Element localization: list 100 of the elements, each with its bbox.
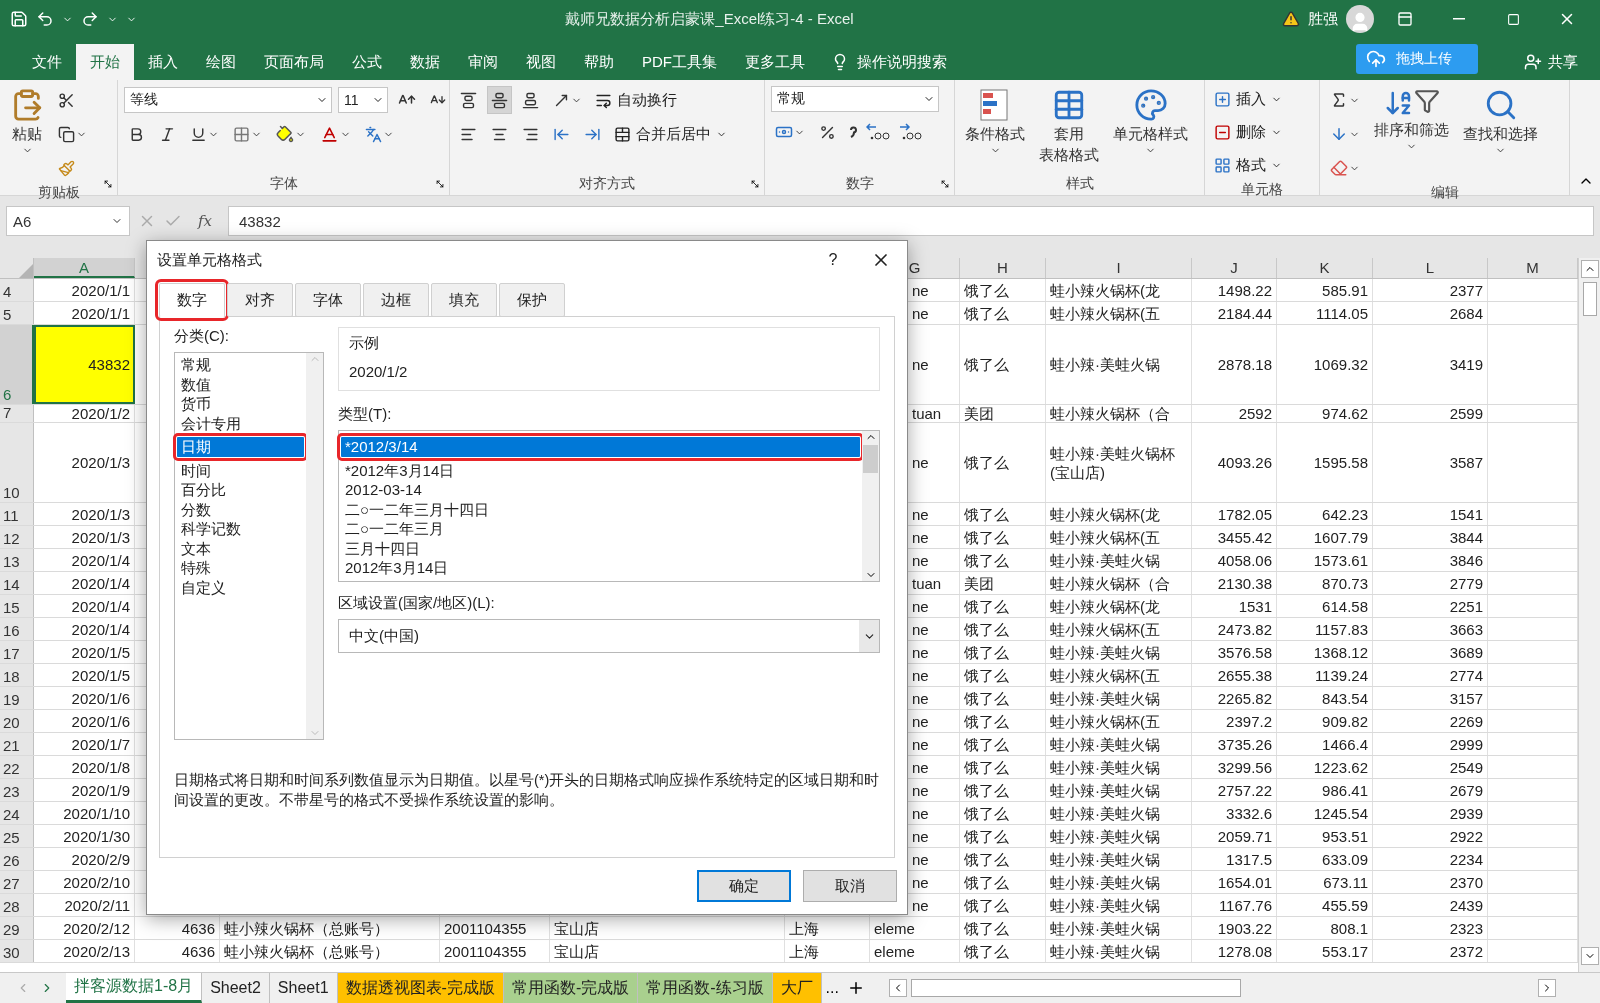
row-header[interactable]: 23 [0,779,34,801]
category-item[interactable]: 文本 [177,538,304,558]
row-header[interactable]: 10 [0,423,34,502]
vertical-align-button[interactable] [487,86,512,114]
menu-tab[interactable]: 更多工具 [731,44,819,80]
save-icon[interactable] [10,10,28,28]
menu-tab[interactable]: 审阅 [454,44,512,80]
row-header[interactable]: 26 [0,848,34,870]
tell-me-search[interactable]: 操作说明搜索 [819,44,959,80]
menu-tab[interactable]: 页面布局 [250,44,338,80]
sort-filter-button[interactable]: 排序和筛选 [1370,86,1453,182]
menu-tab[interactable]: 帮助 [570,44,628,80]
row-header[interactable]: 16 [0,618,34,640]
row-header[interactable]: 22 [0,756,34,778]
format-cells-button[interactable]: 格式 [1211,152,1285,179]
row-header[interactable]: 11 [0,503,34,525]
row-header[interactable]: 18 [0,664,34,686]
row-header[interactable]: 7 [0,405,34,422]
menu-tab[interactable]: 插入 [134,44,192,80]
conditional-formatting-button[interactable]: 条件格式 [961,86,1029,173]
menu-tab[interactable]: PDF工具集 [628,44,731,80]
row-header[interactable]: 19 [0,687,34,709]
row-header[interactable]: 30 [0,940,34,962]
sheet-tab[interactable]: 拌客源数据1-8月 [66,973,203,1003]
cancel-button[interactable]: 取消 [803,870,897,902]
scroll-up-button[interactable] [1580,260,1599,278]
menu-tab[interactable]: 视图 [512,44,570,80]
dialog-launcher-icon[interactable] [940,179,950,189]
sheet-tab[interactable]: 常用函数-完成版 [503,973,639,1003]
insert-function-button[interactable]: fx [190,212,220,230]
format-as-table-button[interactable]: 套用 表格格式 [1035,86,1103,173]
category-item[interactable]: 货币 [177,394,304,414]
sheet-tab[interactable]: 大厂 [772,973,822,1003]
dialog-launcher-icon[interactable] [103,179,113,189]
row-header[interactable]: 29 [0,917,34,939]
help-button[interactable]: ? [813,245,853,275]
scroll-thumb[interactable] [863,445,878,473]
type-item[interactable]: 二○一二年三月 [341,519,860,539]
merge-center-button[interactable]: 合并后居中 [611,120,730,148]
category-item[interactable]: 科学记数 [177,519,304,539]
category-item[interactable]: 会计专用 [177,413,304,433]
dialog-tab[interactable]: 字体 [295,283,361,317]
dialog-tab[interactable]: 对齐 [227,283,293,317]
row-header[interactable]: 28 [0,894,34,916]
paste-button[interactable]: 粘贴 [6,86,48,182]
wrap-text-button[interactable]: 自动换行 [592,86,680,114]
locale-dropdown[interactable]: 中文(中国) [338,619,880,653]
font-size-field[interactable]: 11 [338,87,388,113]
more-sheets[interactable]: ... [821,973,843,1003]
avatar[interactable] [1346,5,1374,33]
row-header[interactable]: 17 [0,641,34,663]
row-header[interactable]: 27 [0,871,34,893]
menu-tab[interactable]: 绘图 [192,44,250,80]
dialog-launcher-icon[interactable] [435,179,445,189]
row-header[interactable]: 4 [0,279,34,301]
row-header[interactable]: 20 [0,710,34,732]
category-item[interactable]: 特殊 [177,558,304,578]
dialog-tab[interactable]: 边框 [363,283,429,317]
font-name-field[interactable]: 等线 [124,87,332,113]
cell-styles-button[interactable]: 单元格样式 [1109,86,1192,173]
number-format-field[interactable]: 常规 [771,86,939,112]
formula-field[interactable]: 43832 [228,206,1594,236]
column-header[interactable]: A [34,258,135,278]
ok-button[interactable]: 确定 [697,870,791,902]
scroll-thumb[interactable] [1582,282,1597,316]
dialog-launcher-icon[interactable] [750,179,760,189]
row-header[interactable]: 14 [0,572,34,594]
category-item[interactable]: 分数 [177,499,304,519]
menu-tab[interactable]: 开始 [76,44,134,80]
row-header[interactable]: 21 [0,733,34,755]
delete-cells-button[interactable]: 删除 [1211,119,1285,146]
find-select-button[interactable]: 查找和选择 [1459,86,1542,182]
insert-cells-button[interactable]: 插入 [1211,86,1285,113]
category-item[interactable]: 自定义 [177,577,304,597]
name-box[interactable]: A6 [6,206,130,236]
category-list[interactable]: 常规 数值 货币 会计专用 日期 时间 百分比 分数 科学记数 文本 特殊 自定义 [174,352,324,740]
row-header[interactable]: 12 [0,526,34,548]
type-list[interactable]: *2012/3/14 *2012年3月14日 2012-03-14 二○一二年三月十四日 二○一二年三月 三月十四日 2012年3月14日 [338,430,880,582]
scroll-left-button[interactable] [888,979,907,997]
sheet-tab[interactable]: 数据透视图表-完成版 [337,973,504,1003]
type-item[interactable]: 2012年3月14日 [341,558,860,578]
dialog-tab[interactable]: 填充 [431,283,497,317]
category-item[interactable]: 百分比 [177,480,304,500]
scroll-down-button[interactable] [1581,947,1599,965]
type-item[interactable]: 二○一二年三月十四日 [341,499,860,519]
type-item[interactable]: *2012年3月14日 [341,460,860,480]
row-header[interactable]: 25 [0,825,34,847]
scroll-thumb[interactable] [910,979,1241,997]
row-header[interactable]: 13 [0,549,34,571]
type-item[interactable]: 2012-03-14 [341,480,860,500]
scroll-right-button[interactable] [1538,979,1556,997]
menu-tab[interactable]: 文件 [18,44,76,80]
category-item[interactable]: 时间 [177,460,304,480]
row-header[interactable]: 6 [0,325,34,404]
menu-tab[interactable]: 公式 [338,44,396,80]
row-header[interactable]: 5 [0,302,34,324]
undo-icon[interactable] [36,10,54,28]
menu-tab[interactable]: 数据 [396,44,454,80]
row-header[interactable]: 15 [0,595,34,617]
category-item[interactable]: 数值 [177,374,304,394]
